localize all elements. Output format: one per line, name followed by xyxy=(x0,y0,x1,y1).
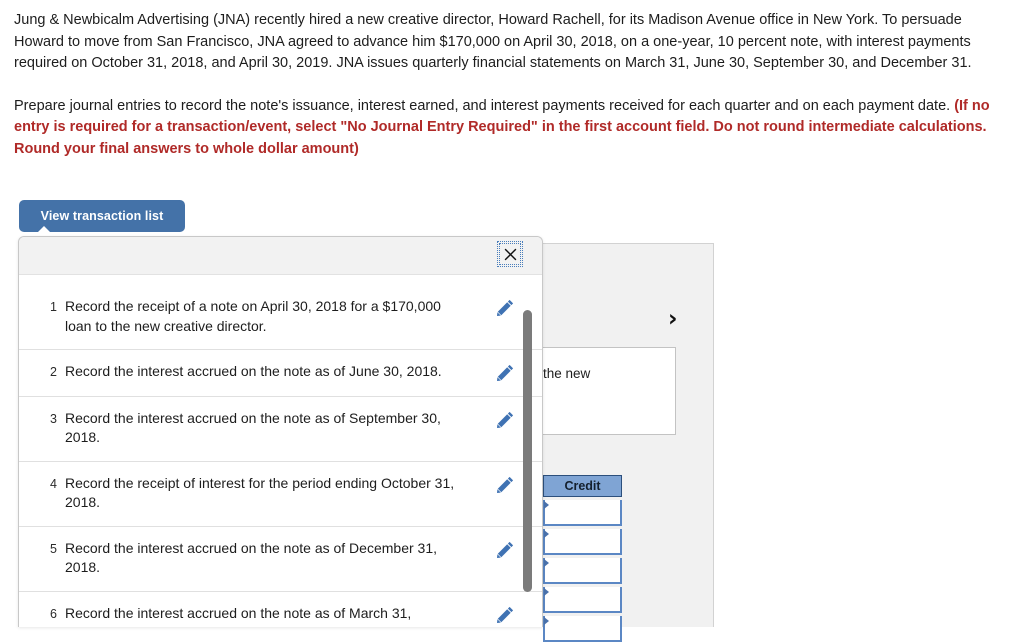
transaction-row-description: Record the interest accrued on the note … xyxy=(65,604,412,621)
cell-marker-icon xyxy=(544,588,549,596)
transaction-list-body: 1 Record the receipt of a note on April 3… xyxy=(19,275,542,627)
problem-paragraph-2: Prepare journal entries to record the no… xyxy=(14,96,1010,161)
account-title-text: the new xyxy=(543,366,591,381)
transaction-row[interactable]: 4 Record the receipt of interest for the … xyxy=(19,462,542,527)
pencil-icon[interactable] xyxy=(485,604,525,623)
pencil-icon[interactable] xyxy=(485,362,525,381)
pencil-icon[interactable] xyxy=(485,539,525,558)
cell-marker-icon xyxy=(544,559,549,567)
transaction-list-modal: 1 Record the receipt of a note on April 3… xyxy=(18,236,543,627)
transaction-row-description: Record the receipt of interest for the p… xyxy=(65,474,455,511)
transaction-row-number: 3 xyxy=(50,411,57,426)
pencil-icon[interactable] xyxy=(485,474,525,493)
cell-marker-icon xyxy=(544,530,549,538)
transaction-row-description: Record the interest accrued on the note … xyxy=(65,409,441,446)
pencil-icon[interactable] xyxy=(485,409,525,428)
cell-marker-icon xyxy=(544,501,549,509)
pencil-icon[interactable] xyxy=(485,297,525,316)
account-title-textbox[interactable]: the new xyxy=(536,347,676,435)
transaction-row-number: 6 xyxy=(50,606,57,621)
close-icon[interactable] xyxy=(497,241,523,267)
next-chevron-icon[interactable]: › xyxy=(668,308,677,331)
journal-entry-panel: › the new Credit xyxy=(529,243,714,642)
transaction-row[interactable]: 3 Record the interest accrued on the note… xyxy=(19,397,542,462)
problem-requirement-text: Prepare journal entries to record the no… xyxy=(14,97,955,114)
credit-column: Credit xyxy=(543,475,635,642)
transaction-row[interactable]: 2 Record the interest accrued on the note… xyxy=(19,350,542,397)
credit-input-cell[interactable] xyxy=(543,558,622,584)
credit-input-cell[interactable] xyxy=(543,529,622,555)
transaction-row-number: 1 xyxy=(50,300,57,314)
scrollbar-thumb[interactable] xyxy=(523,310,532,592)
transaction-rows-container: 1 Record the receipt of a note on April 3… xyxy=(19,275,542,627)
credit-input-cell[interactable] xyxy=(543,616,622,642)
modal-scrollbar[interactable] xyxy=(520,275,534,627)
credit-input-cell[interactable] xyxy=(543,500,622,526)
transaction-row-description: Record the interest accrued on the note … xyxy=(65,363,442,379)
tab-pointer-arrow xyxy=(35,226,53,235)
transaction-row[interactable]: 5 Record the interest accrued on the note… xyxy=(19,527,542,592)
transaction-row-number: 5 xyxy=(50,541,57,556)
transaction-row-number: 4 xyxy=(50,476,57,491)
problem-paragraph-1: Jung & Newbicalm Advertising (JNA) recen… xyxy=(14,12,972,71)
transaction-row-description: Record the interest accrued on the note … xyxy=(65,539,437,576)
cell-marker-icon xyxy=(544,617,549,625)
transaction-row-number: 2 xyxy=(50,365,57,379)
transaction-row[interactable]: 1 Record the receipt of a note on April 3… xyxy=(19,275,542,350)
modal-header xyxy=(19,237,542,275)
transaction-row-description: Record the receipt of a note on April 30… xyxy=(65,298,441,334)
credit-column-header: Credit xyxy=(543,475,622,497)
problem-statement: Jung & Newbicalm Advertising (JNA) recen… xyxy=(14,10,1010,181)
transaction-row[interactable]: 6 Record the interest accrued on the note… xyxy=(19,592,542,628)
credit-input-cell[interactable] xyxy=(543,587,622,613)
